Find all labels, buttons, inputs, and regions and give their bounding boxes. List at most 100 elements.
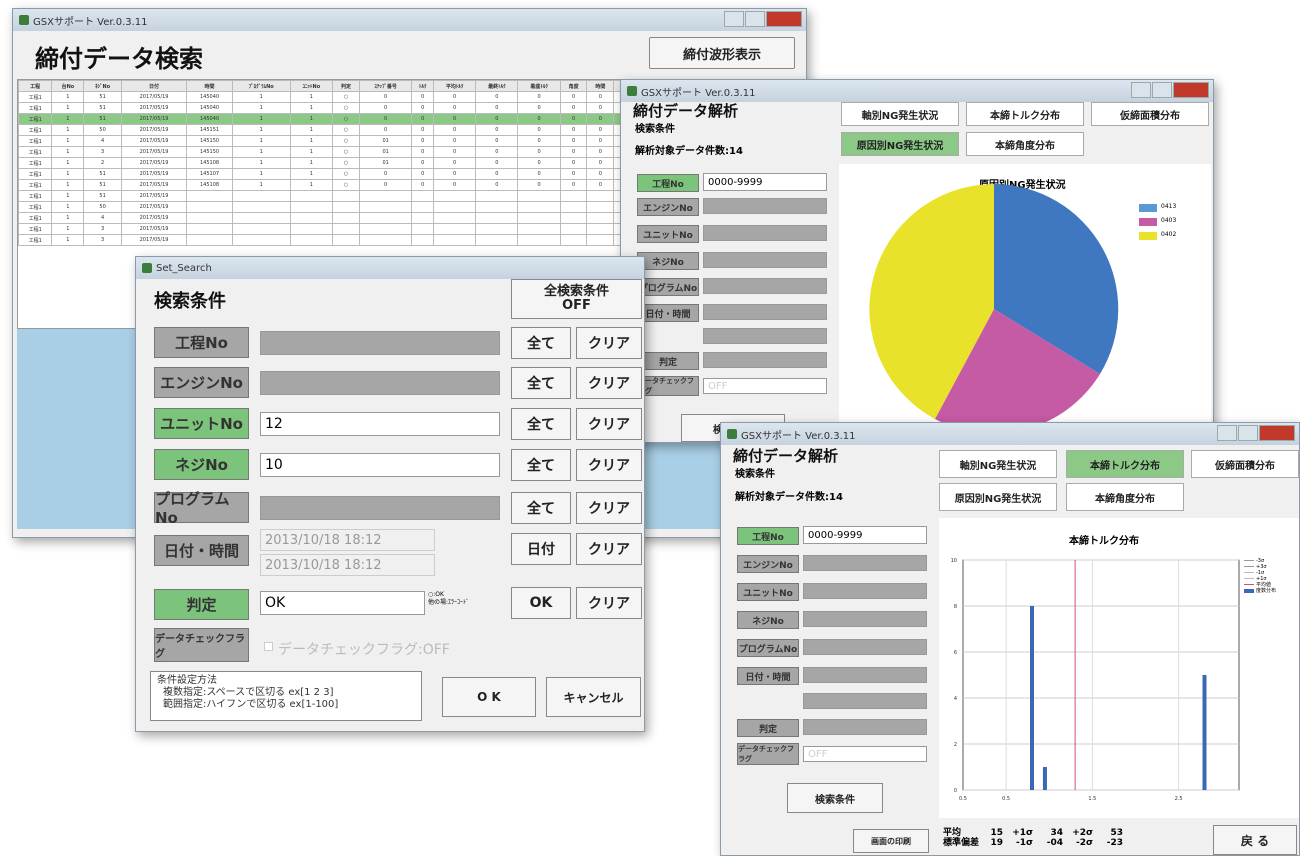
unit-clear-button[interactable]: クリア	[576, 408, 642, 440]
column-header[interactable]: 工程	[18, 80, 53, 92]
date-button[interactable]: 日付	[511, 533, 571, 565]
program-no-field[interactable]	[803, 639, 927, 655]
date-field-2[interactable]	[703, 328, 827, 344]
column-header[interactable]: 平均ﾄﾙｸ	[433, 80, 477, 92]
process-all-button[interactable]: 全て	[511, 327, 571, 359]
close-icon[interactable]	[766, 11, 802, 27]
table-cell: 50	[83, 201, 122, 213]
minimize-icon[interactable]	[1217, 425, 1237, 441]
window-controls[interactable]	[1131, 82, 1209, 98]
maximize-icon[interactable]	[745, 11, 765, 27]
search-cond-button[interactable]: 検索条件	[787, 783, 883, 813]
tab-final-torque[interactable]: 本締トルク分布	[1066, 450, 1184, 478]
column-header[interactable]: 日付	[120, 80, 188, 92]
table-cell: 1	[231, 179, 291, 191]
date-clear-button[interactable]: クリア	[576, 533, 642, 565]
flag-checkbox[interactable]	[264, 642, 273, 651]
close-icon[interactable]	[1173, 82, 1209, 98]
program-no-field[interactable]	[703, 278, 827, 294]
column-header[interactable]: 角度	[559, 80, 588, 92]
back-button[interactable]: 戻 る	[1213, 825, 1297, 855]
print-screen-button[interactable]: 画面の印刷	[853, 829, 929, 853]
process-no-field[interactable]: 0000-9999	[803, 526, 927, 544]
table-cell: 1	[289, 91, 334, 103]
all-condition-off-button[interactable]: 全検索条件 OFF	[511, 279, 642, 319]
tab-cause-ng[interactable]: 原因別NG発生状況	[841, 132, 959, 156]
window-controls[interactable]	[1217, 425, 1295, 441]
process-no-field[interactable]	[260, 331, 500, 355]
column-header[interactable]: 判定	[332, 80, 360, 92]
tab-final-angle[interactable]: 本締角度分布	[1066, 483, 1184, 511]
table-cell	[517, 223, 561, 235]
column-header[interactable]: 台No	[51, 80, 85, 92]
judge-clear-button[interactable]: クリア	[576, 587, 642, 619]
close-icon[interactable]	[1259, 425, 1295, 441]
minimize-icon[interactable]	[724, 11, 744, 27]
process-no-field[interactable]: 0000-9999	[703, 173, 827, 191]
judge-field[interactable]	[703, 352, 827, 368]
unit-no-field[interactable]	[703, 225, 827, 241]
window-controls[interactable]	[724, 11, 802, 27]
engine-clear-button[interactable]: クリア	[576, 367, 642, 399]
column-header[interactable]: ﾕﾆｯﾄNo	[289, 80, 334, 92]
screw-all-button[interactable]: 全て	[511, 449, 571, 481]
unit-no-field[interactable]: 12	[260, 412, 500, 436]
table-cell: 工程1	[18, 102, 53, 114]
judge-field[interactable]: OK	[260, 591, 425, 615]
table-cell: 145040	[186, 113, 233, 125]
app-icon	[627, 86, 637, 96]
table-cell	[411, 201, 435, 213]
date-to-field[interactable]: 2013/10/18 18:12	[260, 554, 435, 576]
date-field-1[interactable]	[803, 667, 927, 683]
column-header[interactable]: 着座ﾄﾙｸ	[517, 80, 561, 92]
x-tick-label: 2.5	[1175, 796, 1183, 802]
program-all-button[interactable]: 全て	[511, 492, 571, 524]
screw-no-field[interactable]	[703, 252, 827, 268]
column-header[interactable]: ﾌﾟﾛｸﾞﾗﾑNo	[231, 80, 291, 92]
unit-no-field[interactable]	[803, 583, 927, 599]
column-header[interactable]: 時間	[586, 80, 615, 92]
unit-all-button[interactable]: 全て	[511, 408, 571, 440]
column-header[interactable]: 時間	[186, 80, 233, 92]
tab-temp-area[interactable]: 仮締面積分布	[1191, 450, 1299, 478]
engine-no-field[interactable]	[703, 198, 827, 214]
maximize-icon[interactable]	[1152, 82, 1172, 98]
table-cell	[186, 234, 233, 246]
date-field-2[interactable]	[803, 693, 927, 709]
engine-no-field[interactable]	[260, 371, 500, 395]
tab-final-angle[interactable]: 本締角度分布	[966, 132, 1084, 156]
engine-all-button[interactable]: 全て	[511, 367, 571, 399]
table-cell	[332, 223, 360, 235]
engine-no-field[interactable]	[803, 555, 927, 571]
table-cell: 1	[51, 179, 85, 191]
tab-cause-ng[interactable]: 原因別NG発生状況	[939, 483, 1057, 511]
screw-clear-button[interactable]: クリア	[576, 449, 642, 481]
table-cell: 2017/05/19	[120, 223, 188, 235]
table-cell	[358, 201, 413, 213]
process-clear-button[interactable]: クリア	[576, 327, 642, 359]
tab-final-torque[interactable]: 本締トルク分布	[966, 102, 1084, 126]
date-from-field[interactable]: 2013/10/18 18:12	[260, 529, 435, 551]
screw-no-field[interactable]: 10	[260, 453, 500, 477]
judge-field[interactable]	[803, 719, 927, 735]
minimize-icon[interactable]	[1131, 82, 1151, 98]
date-field-1[interactable]	[703, 304, 827, 320]
program-no-field[interactable]	[260, 496, 500, 520]
tab-axis-ng[interactable]: 軸別NG発生状況	[841, 102, 959, 126]
cancel-button[interactable]: キャンセル	[546, 677, 641, 717]
table-cell: 0	[559, 124, 588, 136]
column-header[interactable]: ﾈｼﾞNo	[83, 80, 122, 92]
screw-no-field[interactable]	[803, 611, 927, 627]
ok-button[interactable]: O K	[442, 677, 536, 717]
column-header[interactable]: 最終ﾄﾙｸ	[475, 80, 519, 92]
tab-temp-area[interactable]: 仮締面積分布	[1091, 102, 1209, 126]
column-header[interactable]: ｽﾃｯﾌﾟ番号	[358, 80, 413, 92]
waveform-button[interactable]: 締付波形表示	[649, 37, 795, 69]
label-data-check-flag: データチェックフラグ	[737, 743, 799, 765]
column-header[interactable]: ﾄﾙｸ	[411, 80, 435, 92]
judge-ok-button[interactable]: OK	[511, 587, 571, 619]
tab-axis-ng[interactable]: 軸別NG発生状況	[939, 450, 1057, 478]
legend-label: 度数分布	[1256, 588, 1277, 594]
program-clear-button[interactable]: クリア	[576, 492, 642, 524]
maximize-icon[interactable]	[1238, 425, 1258, 441]
